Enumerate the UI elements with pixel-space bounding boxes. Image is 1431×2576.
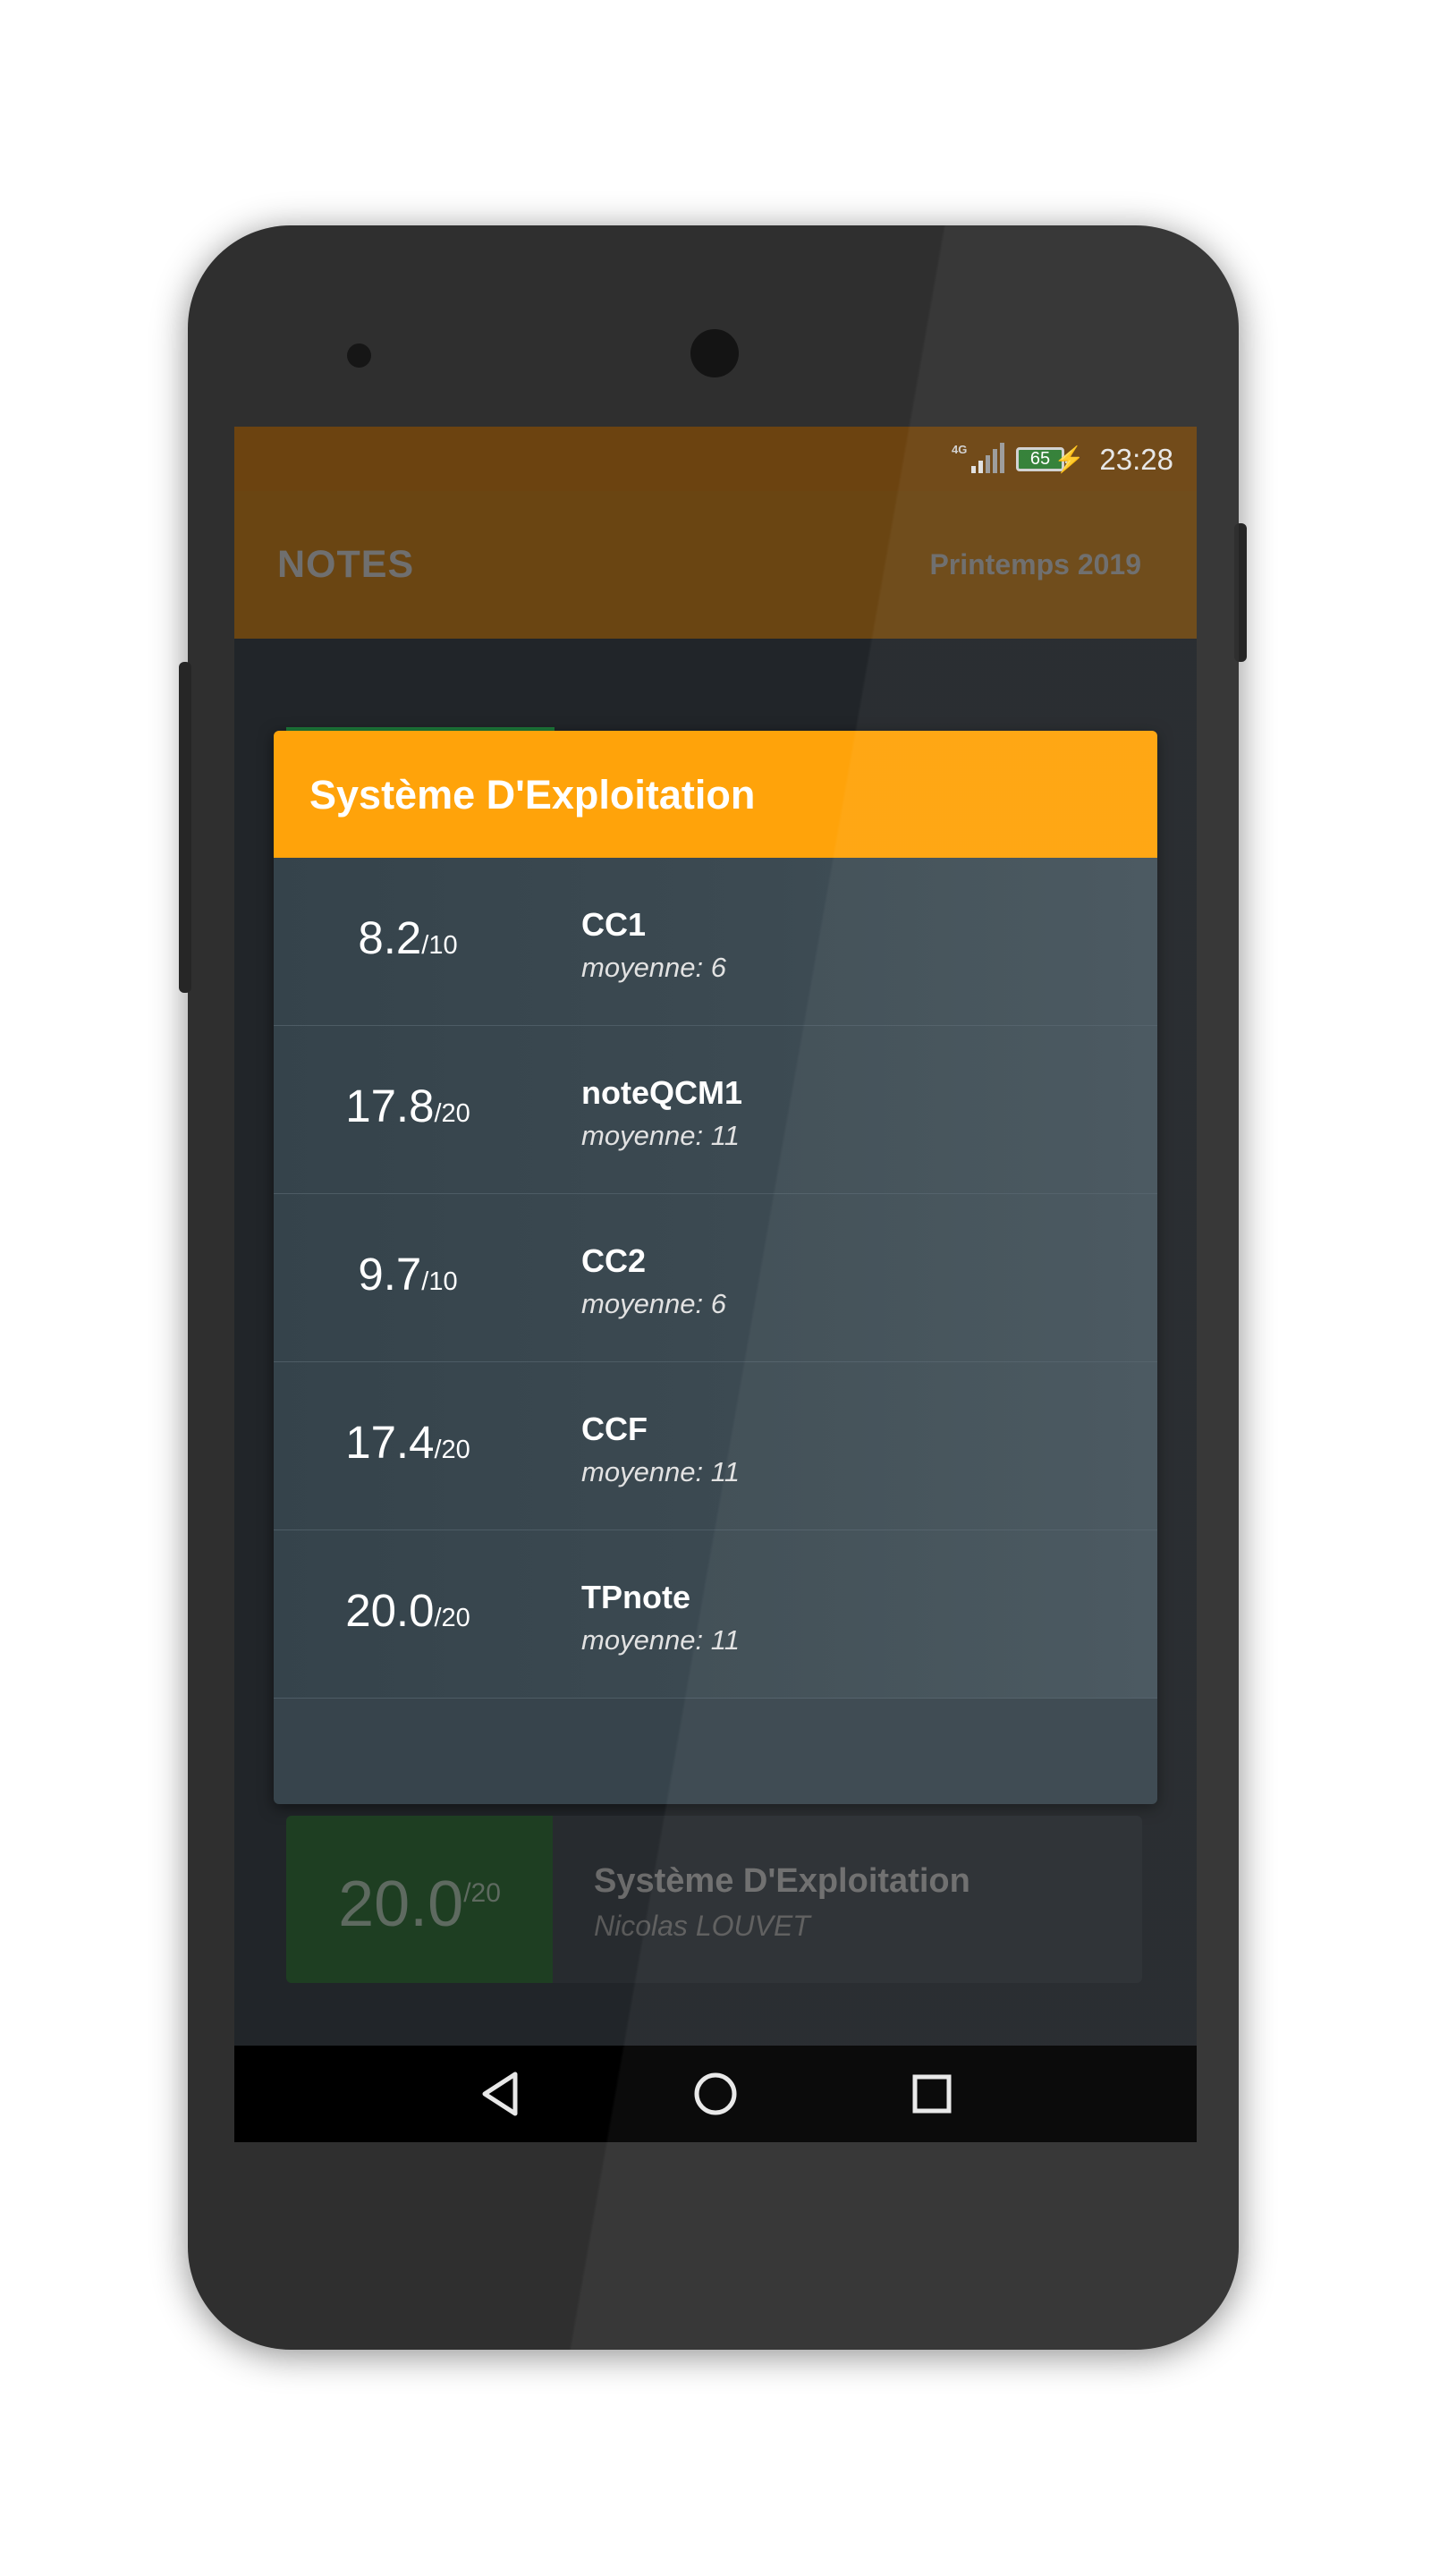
grade-score: 20.0/20 <box>345 1585 470 1636</box>
grade-row[interactable]: 17.4/20 CCF moyenne: 11 <box>274 1362 1157 1530</box>
course-list-item[interactable]: 20.0/20 Système D'Exploitation Nicolas L… <box>286 1816 1142 1983</box>
grade-score: 8.2/10 <box>358 912 458 963</box>
charging-icon: ⚡ <box>1054 445 1085 473</box>
home-circle-icon[interactable] <box>689 2067 742 2121</box>
grade-name: CCF <box>581 1411 648 1447</box>
grade-name: TPnote <box>581 1579 690 1615</box>
recents-square-icon[interactable] <box>905 2067 959 2121</box>
grade-name: CC2 <box>581 1242 647 1279</box>
grade-average: moyenne: 11 <box>581 1456 740 1487</box>
signal-icon: 4G <box>952 443 1004 473</box>
grade-row[interactable]: 9.7/10 CC2 moyenne: 6 <box>274 1194 1157 1362</box>
grade-score: 9.7/10 <box>358 1249 458 1300</box>
power-button <box>1234 523 1247 662</box>
dialog-header: Système D'Exploitation <box>274 731 1157 858</box>
app-bar: NOTES Printemps 2019 <box>234 491 1197 639</box>
course-title: Système D'Exploitation <box>594 1862 970 1900</box>
course-teacher: Nicolas LOUVET <box>594 1910 810 1942</box>
grade-average: moyenne: 6 <box>581 952 726 983</box>
screen: 4G 65 ⚡ 23:28 NOTES Printemps 2019 Systè… <box>234 427 1197 2142</box>
volume-button <box>179 662 191 993</box>
proximity-sensor <box>347 343 371 368</box>
course-score: 20.0/20 <box>338 1868 501 1940</box>
grade-average: moyenne: 6 <box>581 1288 726 1319</box>
back-triangle-icon[interactable] <box>476 2067 529 2121</box>
network-type: 4G <box>952 443 968 456</box>
grade-name: CC1 <box>581 906 647 943</box>
dialog-title: Système D'Exploitation <box>309 772 756 818</box>
grade-score: 17.4/20 <box>345 1417 470 1468</box>
status-bar: 4G 65 ⚡ 23:28 <box>234 427 1197 491</box>
grades-dialog: Système D'Exploitation 8.2/10 CC1 moyenn… <box>274 731 1157 1804</box>
status-time: 23:28 <box>1099 443 1173 476</box>
grade-row[interactable]: 17.8/20 noteQCM1 moyenne: 11 <box>274 1026 1157 1194</box>
page-title: NOTES <box>277 543 415 586</box>
grade-average: moyenne: 11 <box>581 1120 740 1151</box>
semester-selector[interactable]: Printemps 2019 <box>929 548 1141 581</box>
front-camera <box>690 329 739 377</box>
grade-row[interactable]: 20.0/20 TPnote moyenne: 11 <box>274 1530 1157 1699</box>
grade-row[interactable]: 8.2/10 CC1 moyenne: 6 <box>274 858 1157 1026</box>
navigation-bar <box>234 2046 1197 2142</box>
grade-score: 17.8/20 <box>345 1080 470 1131</box>
grade-average: moyenne: 11 <box>581 1624 740 1656</box>
grade-name: noteQCM1 <box>581 1074 742 1111</box>
